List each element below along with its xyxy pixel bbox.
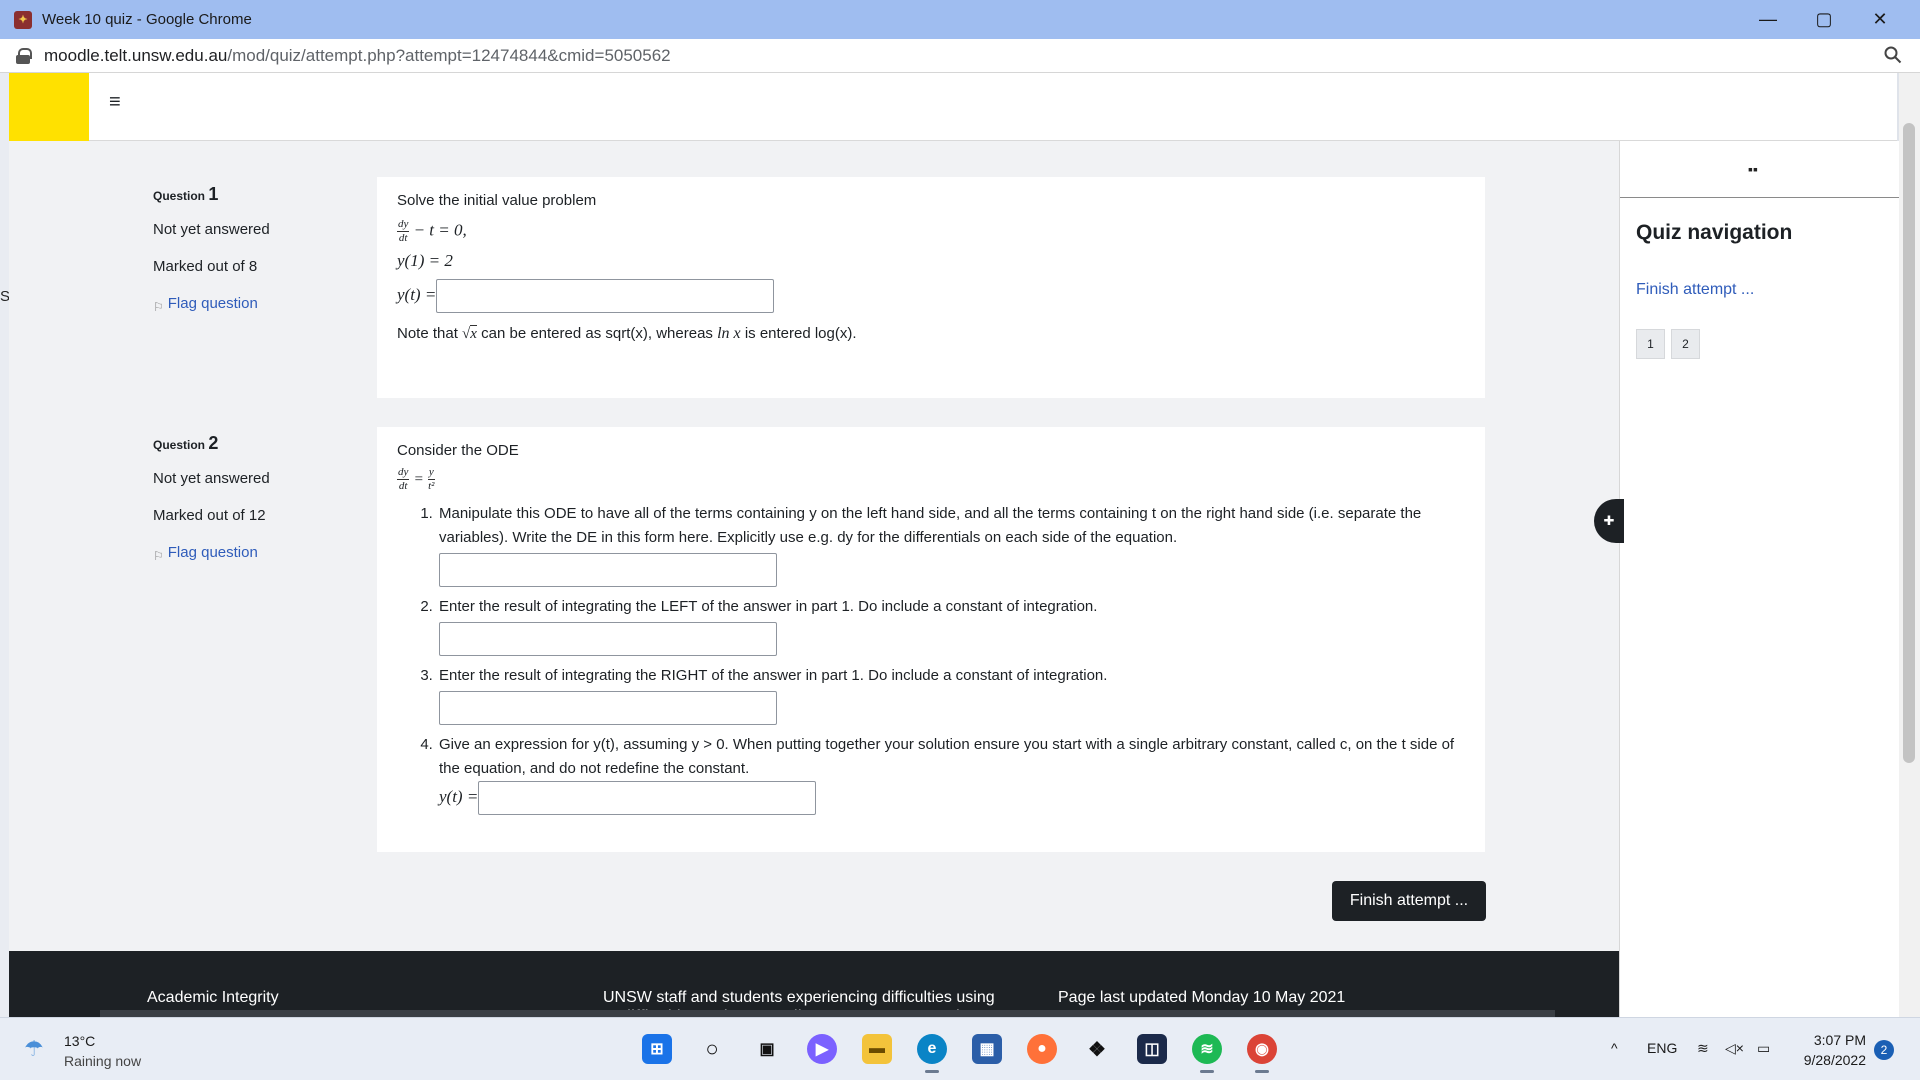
flag-question-link[interactable]: ⚐ Flag question bbox=[153, 544, 270, 581]
app-icon[interactable]: ◫ bbox=[1137, 1034, 1167, 1064]
question-2-info: Question 2 Not yet answered Marked out o… bbox=[153, 433, 270, 581]
dropbox-icon[interactable]: ❖ bbox=[1082, 1034, 1112, 1064]
finish-attempt-link[interactable]: Finish attempt ... bbox=[1636, 281, 1754, 299]
url-host: moodle.telt.unsw.edu.au bbox=[44, 45, 228, 65]
question-1-note: Note that √x can be entered as sqrt(x), … bbox=[397, 325, 857, 343]
weather-temperature[interactable]: 13°C bbox=[64, 1033, 95, 1049]
search-icon[interactable] bbox=[1884, 46, 1902, 69]
store-icon[interactable]: ▦ bbox=[972, 1034, 1002, 1064]
part-1-input[interactable] bbox=[439, 553, 777, 588]
question-1-info: Question 1 Not yet answered Marked out o… bbox=[153, 184, 270, 332]
chevron-up-icon[interactable]: ^ bbox=[1611, 1040, 1618, 1056]
wifi-icon[interactable]: ≋ bbox=[1697, 1040, 1709, 1057]
question-1-answer-row: y(t) = bbox=[397, 279, 1465, 314]
question-1-card: Solve the initial value problem dy dt − t… bbox=[377, 177, 1485, 398]
flag-icon: ⚐ bbox=[153, 549, 164, 563]
rain-weather-icon[interactable]: ☂ bbox=[24, 1036, 44, 1062]
close-button[interactable]: ✕ bbox=[1852, 0, 1908, 39]
part-1: Manipulate this ODE to have all of the t… bbox=[437, 502, 1465, 588]
flag-icon: ⚐ bbox=[153, 300, 164, 314]
part-2: Enter the result of integrating the LEFT… bbox=[437, 595, 1465, 657]
drawer-divider bbox=[1620, 197, 1902, 198]
answer-label: y(t) = bbox=[439, 787, 479, 807]
question-number: Question 2 bbox=[153, 433, 219, 453]
moodle-navbar: ≡ bbox=[9, 73, 1897, 141]
teams-chat-icon[interactable]: ▶ bbox=[807, 1034, 837, 1064]
quiz-navigation-heading: Quiz navigation bbox=[1636, 221, 1793, 244]
page-footer: Academic Integrity UNSW staff and studen… bbox=[9, 951, 1619, 1017]
question-1-equation: dy dt − t = 0, bbox=[397, 218, 467, 245]
windows-taskbar: ☂ 13°C Raining now ⊞ ○ ▣ ▶ ▬ e ▦ ● ❖ ◫ ≋… bbox=[0, 1017, 1920, 1080]
desktop-edge: S bbox=[0, 73, 10, 1017]
window-titlebar: ✦ Week 10 quiz - Google Chrome — ▢ ✕ bbox=[0, 0, 1920, 39]
quiz-navigation-drawer: ▪▪ Quiz navigation Finish attempt ... 1 … bbox=[1619, 141, 1902, 1017]
part-2-input[interactable] bbox=[439, 622, 777, 657]
question-status: Not yet answered bbox=[153, 470, 270, 487]
question-status: Not yet answered bbox=[153, 221, 270, 238]
initial-condition: y(1) = 2 bbox=[397, 251, 453, 271]
hamburger-menu-icon[interactable]: ≡ bbox=[109, 91, 121, 114]
search-icon[interactable]: ○ bbox=[697, 1034, 727, 1064]
footer-bar bbox=[100, 1010, 1555, 1017]
dy-dt-fraction: dy dt bbox=[397, 466, 410, 493]
dy-dt-fraction: dy dt bbox=[397, 218, 410, 245]
question-2-card: Consider the ODE dydt = yt² Manipulate t… bbox=[377, 427, 1485, 852]
page-last-updated: Page last updated Monday 10 May 2021 bbox=[1058, 989, 1346, 1006]
maximize-button[interactable]: ▢ bbox=[1796, 0, 1852, 39]
finish-attempt-button[interactable]: Finish attempt ... bbox=[1332, 881, 1486, 921]
task-view-icon[interactable]: ▣ bbox=[752, 1034, 782, 1064]
question-1-intro: Solve the initial value problem bbox=[397, 192, 597, 209]
question-2-ode: dy dt = y t² bbox=[397, 466, 435, 493]
quiz-nav-question-2[interactable]: 2 bbox=[1671, 329, 1700, 359]
question-2-intro: Consider the ODE bbox=[397, 442, 519, 459]
spotify-icon[interactable]: ≋ bbox=[1192, 1034, 1222, 1073]
part-3: Enter the result of integrating the RIGH… bbox=[437, 664, 1465, 726]
language-indicator[interactable]: ENG bbox=[1647, 1040, 1677, 1056]
chrome-icon[interactable]: ◉ bbox=[1247, 1034, 1277, 1073]
firefox-icon[interactable]: ● bbox=[1027, 1034, 1057, 1064]
question-marks: Marked out of 8 bbox=[153, 258, 258, 275]
quiz-page-content: Question 1 Not yet answered Marked out o… bbox=[9, 141, 1619, 951]
url-path: /mod/quiz/attempt.php?attempt=12474844&c… bbox=[227, 45, 671, 65]
speaker-muted-icon[interactable]: ◁× bbox=[1725, 1040, 1744, 1057]
part-3-input[interactable] bbox=[439, 691, 777, 726]
system-clock[interactable]: 3:07 PM 9/28/2022 bbox=[1796, 1031, 1866, 1070]
part-4-input[interactable] bbox=[478, 781, 817, 816]
question-number: Question 1 bbox=[153, 184, 219, 204]
scrollbar-thumb[interactable] bbox=[1903, 123, 1915, 763]
battery-icon[interactable]: ▭ bbox=[1757, 1040, 1770, 1057]
flag-question-link[interactable]: ⚐ Flag question bbox=[153, 295, 270, 332]
academic-integrity-link[interactable]: Academic Integrity bbox=[147, 989, 279, 1007]
question-marks: Marked out of 12 bbox=[153, 507, 266, 524]
q1-answer-input[interactable] bbox=[436, 279, 775, 314]
window-title: Week 10 quiz - Google Chrome bbox=[42, 11, 252, 28]
windows-start-icon[interactable]: ⊞ bbox=[642, 1034, 672, 1064]
question-2-parts: Manipulate this ODE to have all of the t… bbox=[437, 502, 1465, 816]
sqrt-symbol: √x bbox=[462, 325, 477, 343]
page-scrollbar[interactable] bbox=[1899, 73, 1920, 1017]
edge-icon[interactable]: e bbox=[917, 1034, 947, 1073]
y-over-t-squared-fraction: y t² bbox=[427, 466, 435, 493]
part-4: Give an expression for y(t), assuming y … bbox=[437, 733, 1465, 816]
site-logo[interactable] bbox=[9, 73, 89, 141]
drawer-grid-icon[interactable]: ▪▪ bbox=[1748, 161, 1758, 177]
url-text[interactable]: moodle.telt.unsw.edu.au/mod/quiz/attempt… bbox=[44, 46, 671, 66]
staff-help-link[interactable]: UNSW staff and students experiencing dif… bbox=[603, 989, 995, 1007]
quiz-nav-question-1[interactable]: 1 bbox=[1636, 329, 1665, 359]
lock-icon[interactable] bbox=[16, 47, 32, 64]
answer-label: y(t) = bbox=[397, 285, 437, 305]
weather-condition[interactable]: Raining now bbox=[64, 1053, 141, 1069]
file-explorer-icon[interactable]: ▬ bbox=[862, 1034, 892, 1064]
minimize-button[interactable]: — bbox=[1740, 0, 1796, 39]
notification-badge[interactable]: 2 bbox=[1874, 1040, 1894, 1060]
unsw-favicon-icon: ✦ bbox=[14, 10, 32, 29]
address-bar[interactable]: moodle.telt.unsw.edu.au/mod/quiz/attempt… bbox=[0, 39, 1920, 73]
